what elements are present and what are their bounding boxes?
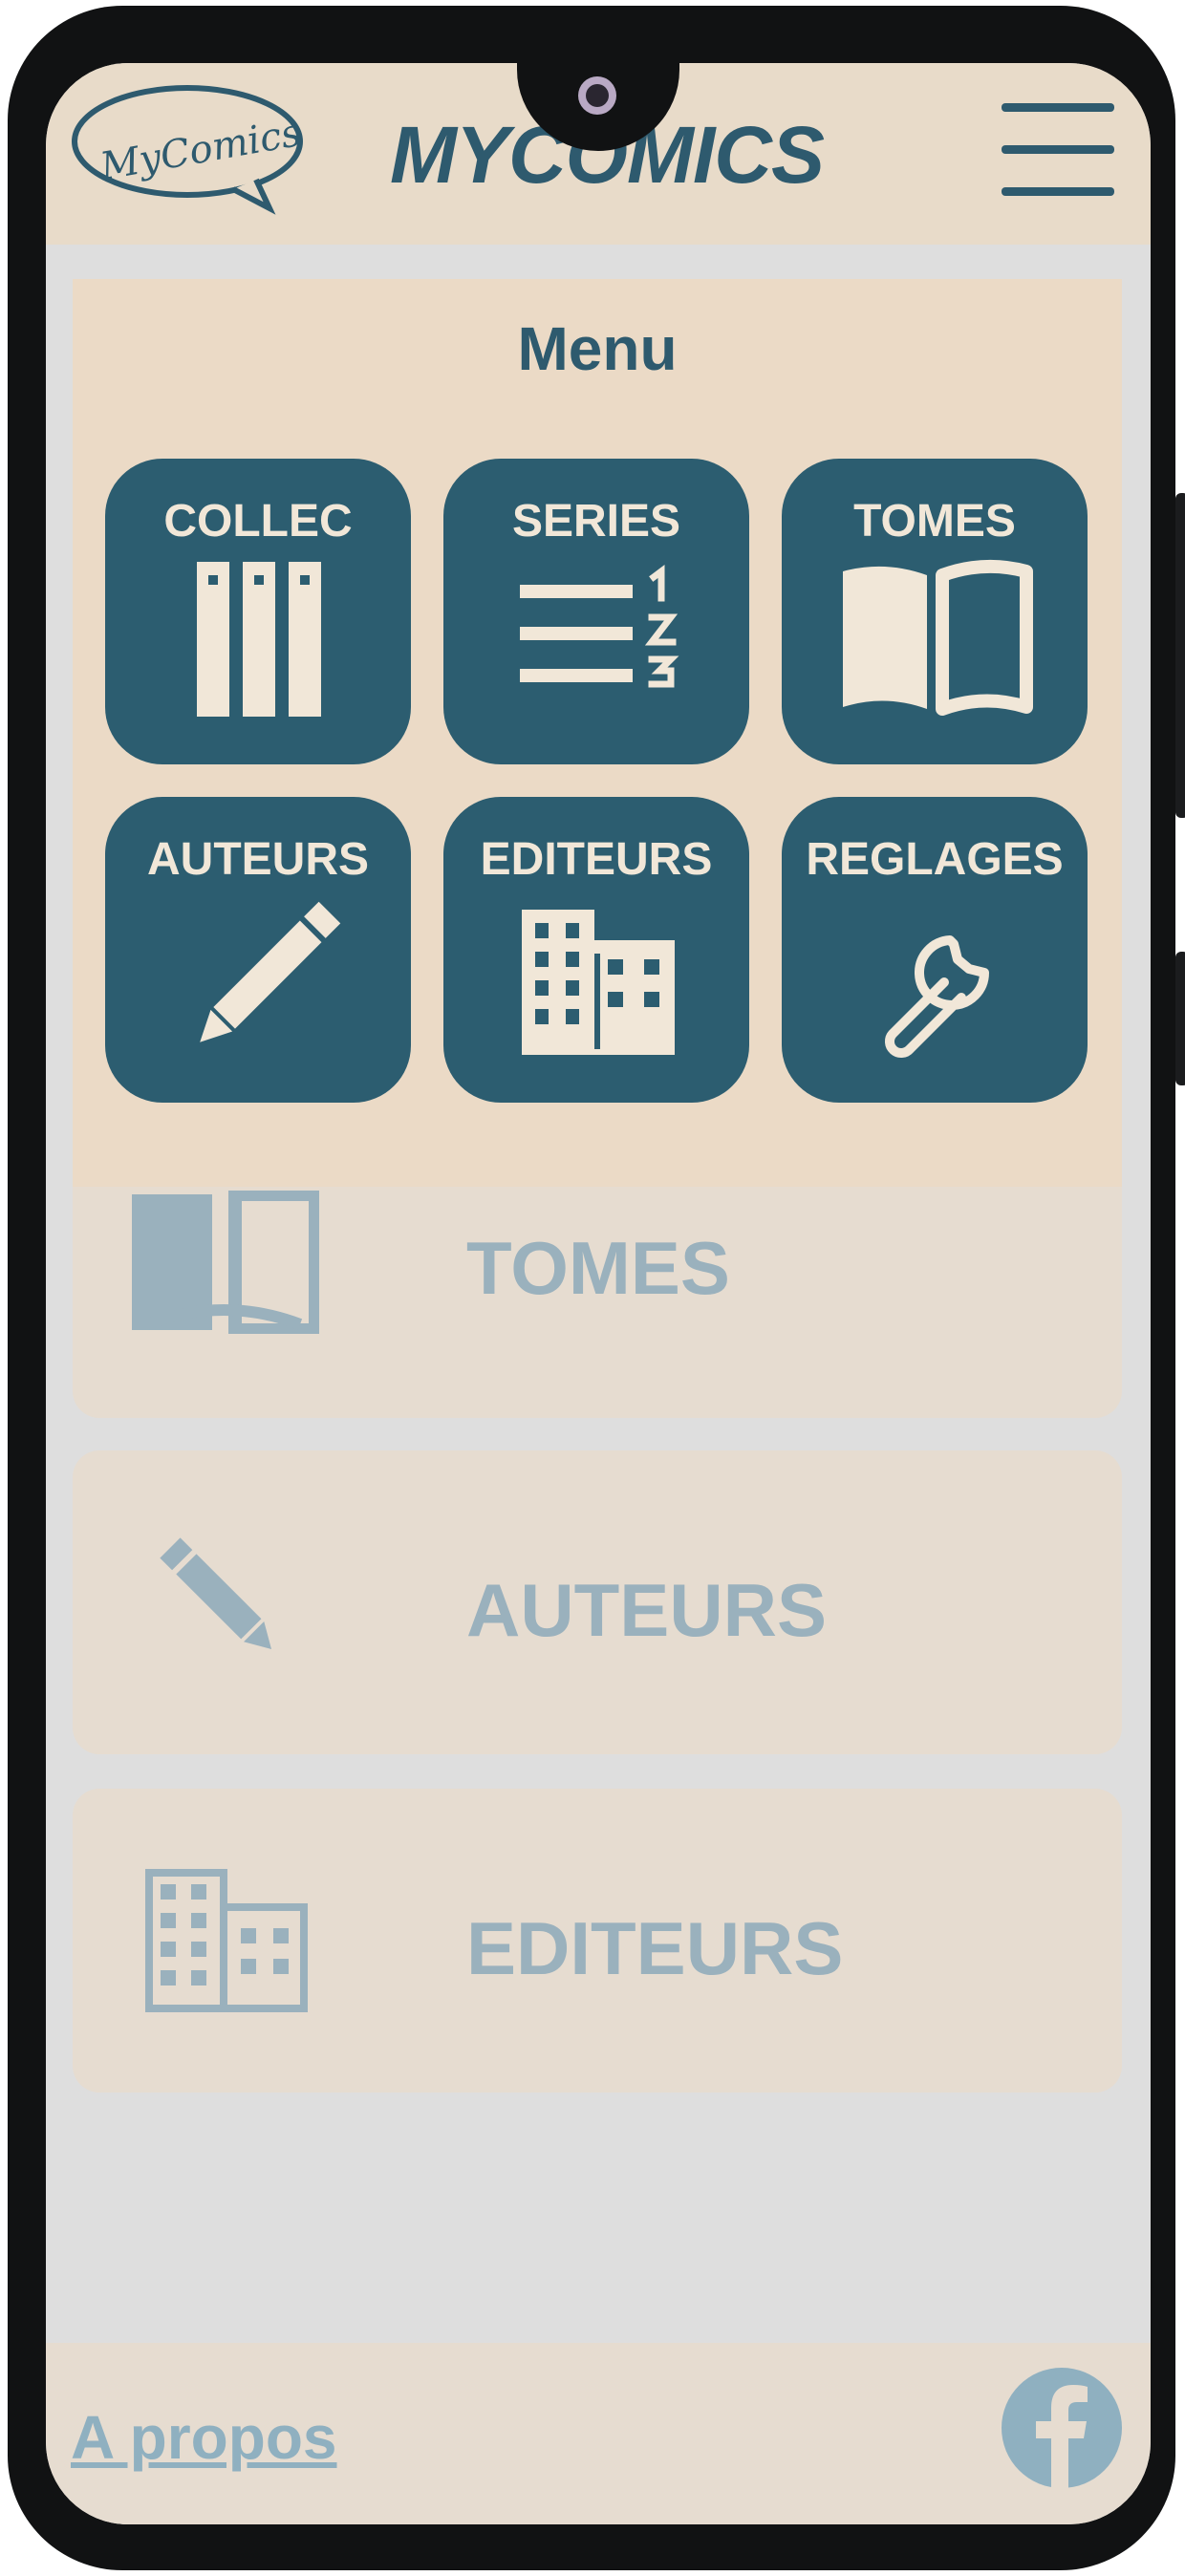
books-icon xyxy=(197,562,321,717)
app-logo[interactable]: MyComics xyxy=(71,82,310,216)
footer: A propos xyxy=(46,2343,1151,2524)
menu-tile-editeurs[interactable]: EDITEURS xyxy=(443,797,749,1103)
hamburger-menu-button[interactable] xyxy=(1002,103,1114,199)
hamburger-line xyxy=(1002,187,1114,196)
side-button-volume xyxy=(1175,493,1185,818)
app-screen: TOMES AUTEURS EDITEURS MyComics MYCOMICS… xyxy=(46,63,1151,2524)
pencil-icon xyxy=(200,901,341,1042)
open-book-icon xyxy=(843,559,1033,716)
wrench-icon xyxy=(884,935,989,1059)
menu-tile-collec[interactable]: COLLEC xyxy=(105,459,411,764)
about-link[interactable]: A propos xyxy=(71,2402,337,2473)
menu-tile-series[interactable]: SERIES xyxy=(443,459,749,764)
facebook-icon[interactable] xyxy=(1002,2368,1122,2488)
building-icon xyxy=(522,910,675,1055)
menu-title: Menu xyxy=(517,314,678,383)
phone-frame: TOMES AUTEURS EDITEURS MyComics MYCOMICS… xyxy=(8,6,1185,2570)
list-item-auteurs[interactable]: AUTEURS xyxy=(73,1450,1122,1754)
list-item-label: TOMES xyxy=(466,1226,730,1310)
side-button-power xyxy=(1175,952,1185,1085)
hamburger-line xyxy=(1002,103,1114,112)
numbered-list-icon xyxy=(520,565,679,688)
hamburger-line xyxy=(1002,145,1114,154)
menu-tile-tomes[interactable]: TOMES xyxy=(782,459,1088,764)
building-icon xyxy=(145,1869,308,2012)
menu-tile-auteurs[interactable]: AUTEURS xyxy=(105,797,411,1103)
pencil-icon xyxy=(160,1537,272,1650)
list-item-label: EDITEURS xyxy=(466,1906,844,1990)
list-item-editeurs[interactable]: EDITEURS xyxy=(73,1789,1122,2093)
open-book-icon xyxy=(132,1191,319,1334)
menu-tile-reglages[interactable]: REGLAGES xyxy=(782,797,1088,1103)
list-item-label: AUTEURS xyxy=(466,1568,828,1652)
front-camera xyxy=(578,76,616,115)
menu-overlay: Menu COLLEC SERIES TOMES AUTEURS EDITEUR… xyxy=(73,279,1122,1187)
